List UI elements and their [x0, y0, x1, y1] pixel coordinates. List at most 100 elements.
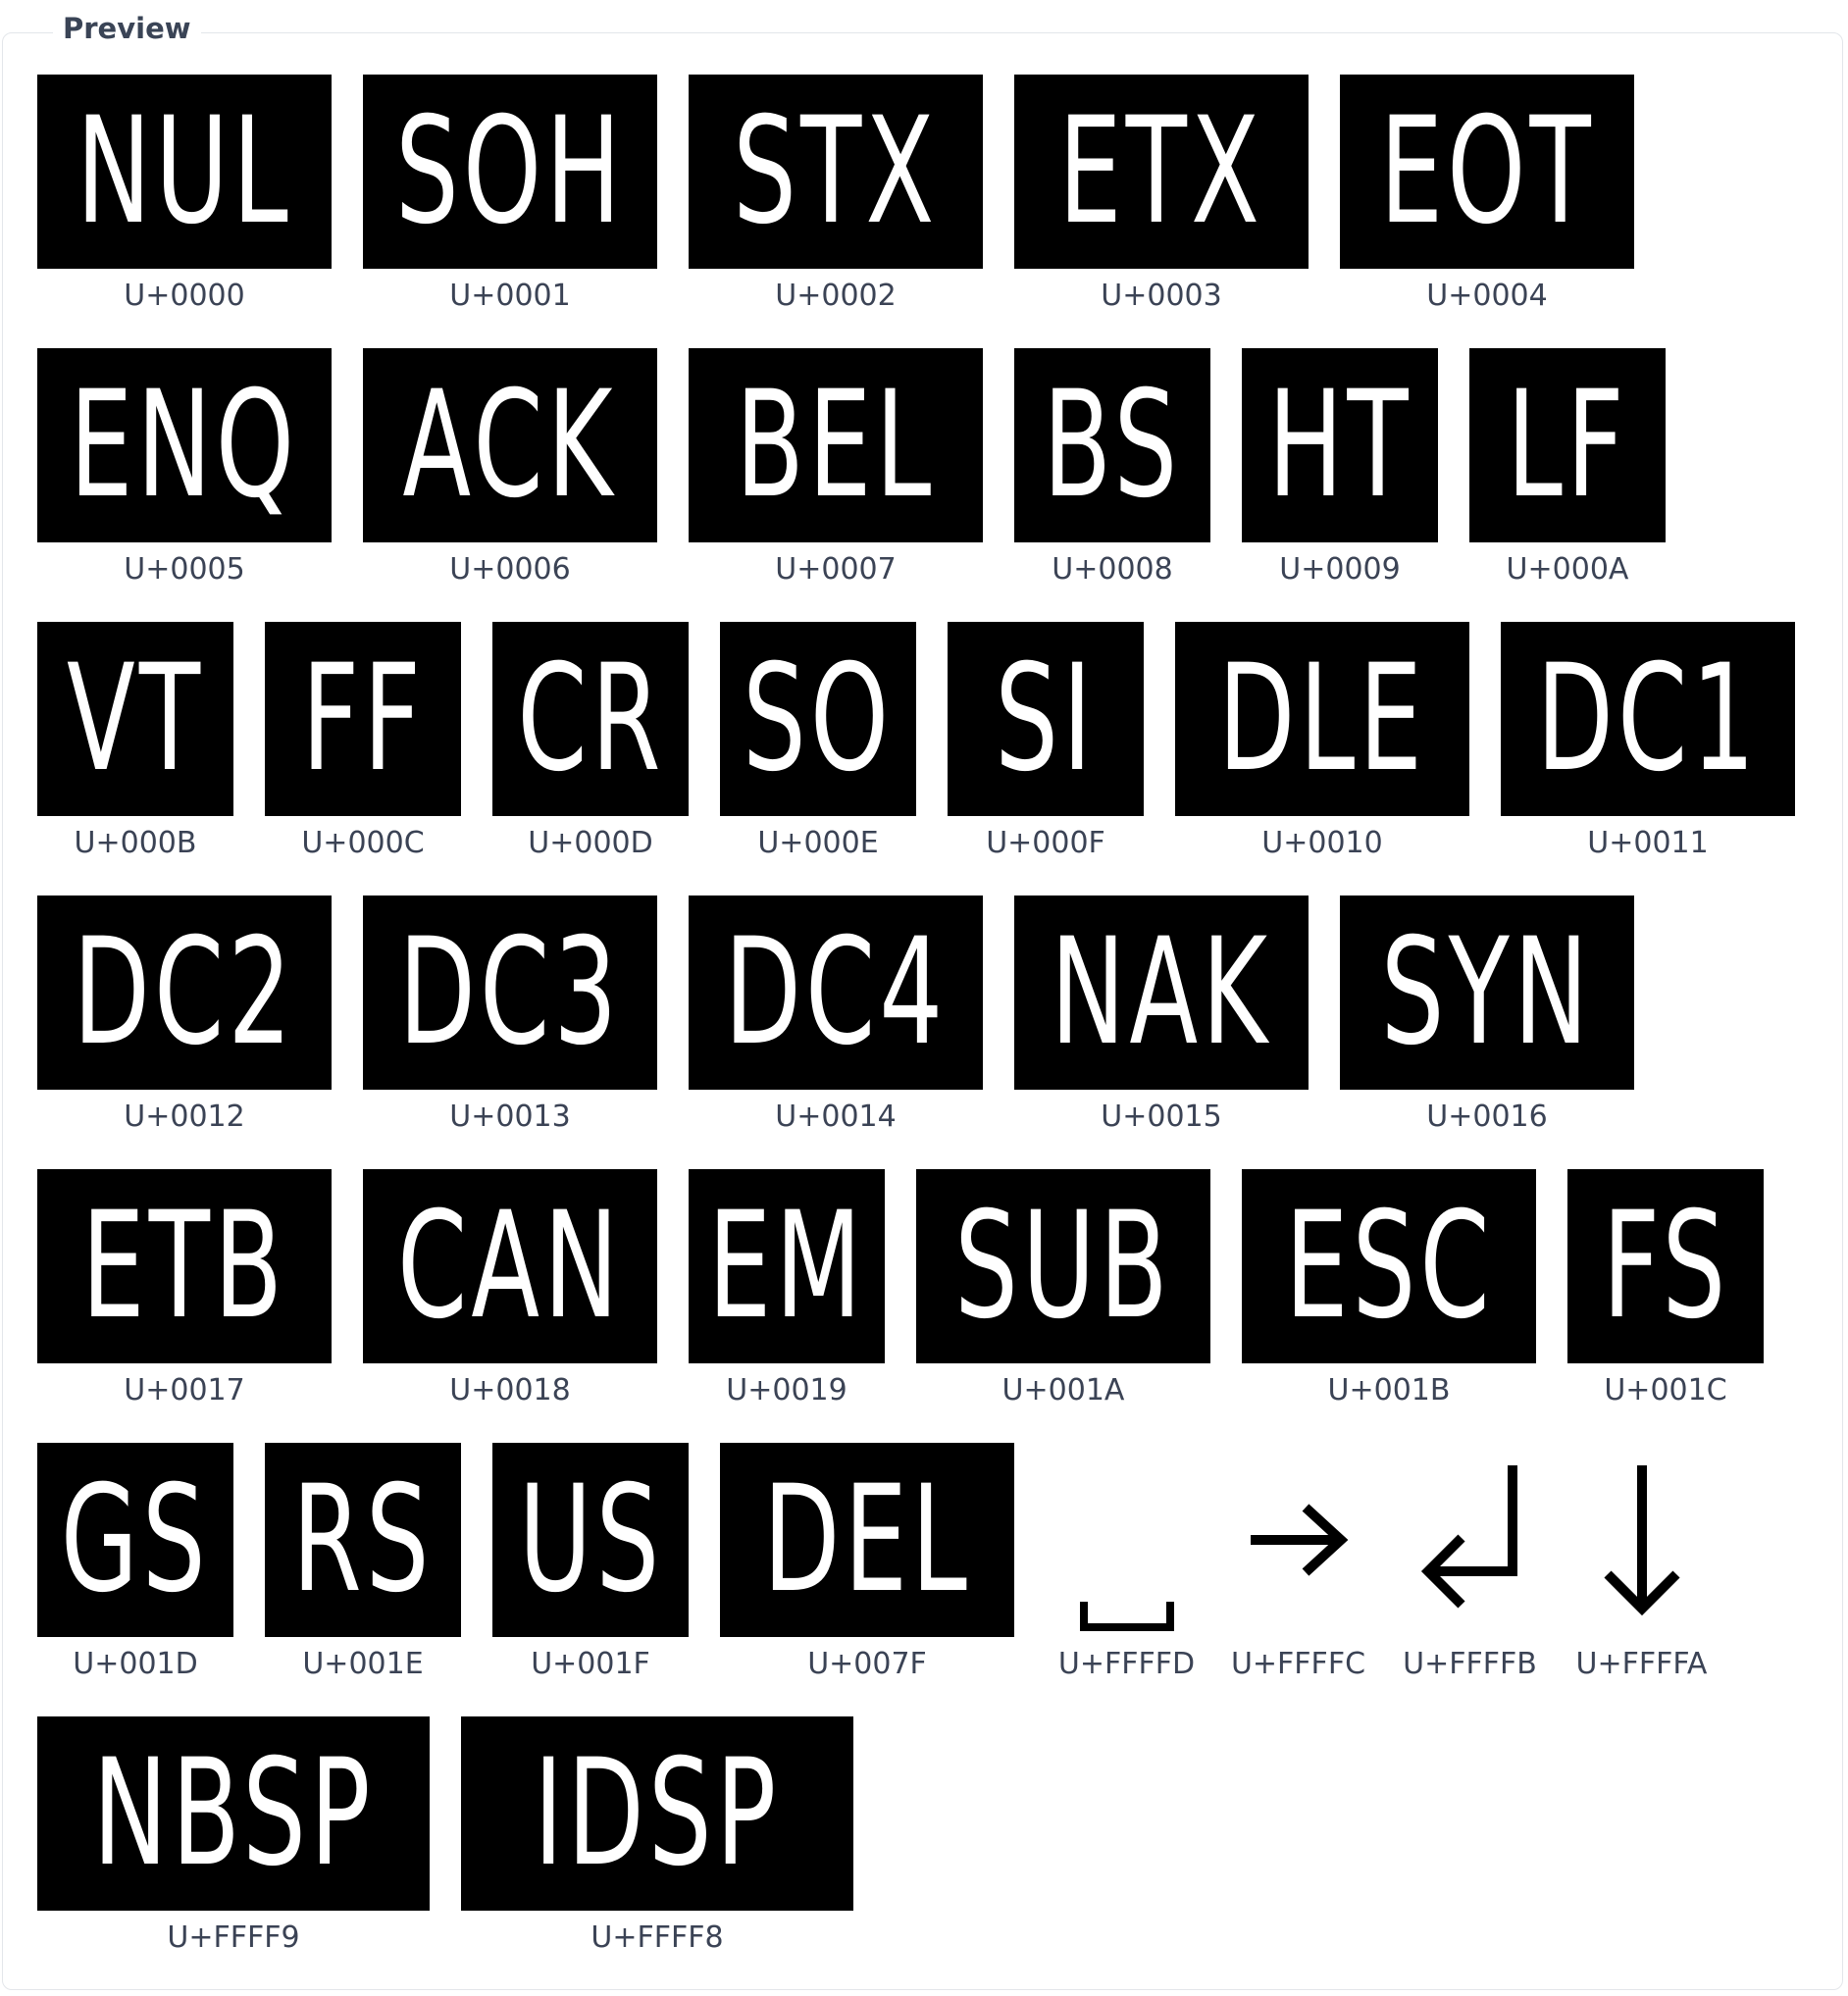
glyph-codepoint: U+001B — [1327, 1373, 1451, 1407]
glyph-cell-ht: HT U+0009 — [1242, 348, 1438, 587]
glyph-tile: NBSP — [37, 1716, 430, 1911]
glyph-codepoint: U+0001 — [449, 279, 571, 313]
glyph-codepoint: U+0016 — [1426, 1100, 1548, 1134]
glyph-row: DC2 U+0012 DC3 U+0013 DC4 U+0014 NAK U+0015 SYN U… — [37, 896, 1666, 1134]
glyph-label: NAK — [1051, 907, 1272, 1078]
glyph-codepoint: U+001F — [531, 1647, 650, 1681]
glyph-cell-si: SI U+000F — [948, 622, 1144, 860]
glyph-cell-esc: ESC U+001B — [1242, 1169, 1536, 1407]
glyph-tile: SYN — [1340, 896, 1634, 1090]
glyph-label: ENQ — [70, 360, 299, 531]
glyph-label: FF — [301, 634, 425, 804]
glyph-label: STX — [733, 86, 939, 257]
glyph-label: IDSP — [534, 1728, 781, 1899]
glyph-tile: EOT — [1340, 75, 1634, 269]
return-arrow-icon — [1416, 1443, 1524, 1637]
preview-legend: Preview — [53, 12, 201, 45]
glyph-label: EM — [707, 1181, 866, 1352]
glyph-tile: EM — [689, 1169, 885, 1363]
down-arrow-icon — [1598, 1443, 1686, 1637]
glyph-cell-vt: VT U+000B — [37, 622, 233, 860]
glyph-cell-rs: RS U+001E — [265, 1443, 461, 1681]
glyph-tile: ESC — [1242, 1169, 1536, 1363]
glyph-cell-stx: STX U+0002 — [689, 75, 983, 313]
glyph-label: BS — [1043, 360, 1182, 531]
glyph-label: DC3 — [398, 907, 622, 1078]
glyph-label: ESC — [1284, 1181, 1494, 1352]
glyph-tile: NUL — [37, 75, 332, 269]
glyph-cell-right-arrow-icon: U+FFFFC — [1227, 1443, 1369, 1681]
glyph-label: VT — [66, 634, 205, 804]
glyph-codepoint: U+000C — [301, 826, 425, 860]
glyph-codepoint: U+0018 — [449, 1373, 571, 1407]
glyph-tile: CAN — [363, 1169, 657, 1363]
glyph-tile: ENQ — [37, 348, 332, 542]
glyph-label: NUL — [76, 86, 293, 257]
glyph-codepoint: U+0014 — [775, 1100, 897, 1134]
glyph-codepoint: U+0019 — [726, 1373, 847, 1407]
glyph-label: GS — [61, 1455, 210, 1625]
glyph-label: DC4 — [724, 907, 948, 1078]
glyph-tile: LF — [1469, 348, 1666, 542]
glyph-label: RS — [292, 1455, 434, 1625]
glyph-label: ETX — [1058, 86, 1264, 257]
glyph-tile: ACK — [363, 348, 657, 542]
glyph-cell-open-box-space-icon: U+FFFFD — [1055, 1443, 1198, 1681]
glyph-cell-etb: ETB U+0017 — [37, 1169, 332, 1407]
glyph-codepoint: U+0017 — [124, 1373, 245, 1407]
glyph-codepoint: U+0010 — [1261, 826, 1383, 860]
glyph-tile: IDSP — [461, 1716, 853, 1911]
glyph-tile: VT — [37, 622, 233, 816]
open-box-space-icon — [1078, 1443, 1176, 1637]
glyph-row: VT U+000B FF U+000C CR U+000D SO U+000E SI U+000F… — [37, 622, 1826, 860]
glyph-tile: STX — [689, 75, 983, 269]
glyph-cell-down-arrow-icon: U+FFFFA — [1570, 1443, 1713, 1681]
glyph-label: BEL — [736, 360, 936, 531]
glyph-cell-gs: GS U+001D — [37, 1443, 233, 1681]
glyph-tile: SOH — [363, 75, 657, 269]
glyph-cell-dle: DLE U+0010 — [1175, 622, 1469, 860]
glyph-tile: CR — [492, 622, 689, 816]
glyph-codepoint: U+0000 — [124, 279, 245, 313]
glyph-codepoint: U+FFFFD — [1057, 1647, 1196, 1681]
glyph-codepoint: U+000B — [74, 826, 197, 860]
glyph-label: ETB — [81, 1181, 287, 1352]
glyph-tile: DC4 — [689, 896, 983, 1090]
glyph-cell-bs: BS U+0008 — [1014, 348, 1210, 587]
glyph-cell-can: CAN U+0018 — [363, 1169, 657, 1407]
glyph-cell-del: DEL U+007F — [720, 1443, 1014, 1681]
glyph-tile: DC2 — [37, 896, 332, 1090]
glyph-codepoint: U+007F — [807, 1647, 927, 1681]
glyph-tile: BS — [1014, 348, 1210, 542]
glyph-tile: SUB — [916, 1169, 1210, 1363]
glyph-cell-em: EM U+0019 — [689, 1169, 885, 1407]
glyph-codepoint: U+0015 — [1101, 1100, 1222, 1134]
glyph-codepoint: U+000A — [1506, 552, 1629, 587]
glyph-cell-nul: NUL U+0000 — [37, 75, 332, 313]
glyph-codepoint: U+0006 — [449, 552, 571, 587]
glyph-codepoint: U+001E — [302, 1647, 424, 1681]
glyph-cell-lf: LF U+000A — [1469, 348, 1666, 587]
glyph-cell-sub: SUB U+001A — [916, 1169, 1210, 1407]
glyph-tile: HT — [1242, 348, 1438, 542]
glyph-label: DC1 — [1536, 634, 1760, 804]
glyph-cell-nak: NAK U+0015 — [1014, 896, 1309, 1134]
glyph-label: SO — [743, 634, 894, 804]
glyph-tile: DC3 — [363, 896, 657, 1090]
glyph-codepoint: U+0002 — [775, 279, 897, 313]
glyph-codepoint: U+001A — [1001, 1373, 1125, 1407]
glyph-codepoint: U+0005 — [124, 552, 245, 587]
glyph-tile: RS — [265, 1443, 461, 1637]
glyph-cell-soh: SOH U+0001 — [363, 75, 657, 313]
glyph-codepoint: U+0013 — [449, 1100, 571, 1134]
glyph-codepoint: U+FFFFC — [1230, 1647, 1366, 1681]
glyph-tile: ETX — [1014, 75, 1309, 269]
glyph-tile: US — [492, 1443, 689, 1637]
glyph-codepoint: U+0011 — [1587, 826, 1709, 860]
glyph-label: DLE — [1217, 634, 1427, 804]
glyph-codepoint: U+0007 — [775, 552, 897, 587]
glyph-cell-bel: BEL U+0007 — [689, 348, 983, 587]
glyph-codepoint: U+FFFF8 — [590, 1920, 724, 1955]
glyph-codepoint: U+0004 — [1426, 279, 1548, 313]
glyph-cell-dc3: DC3 U+0013 — [363, 896, 657, 1134]
